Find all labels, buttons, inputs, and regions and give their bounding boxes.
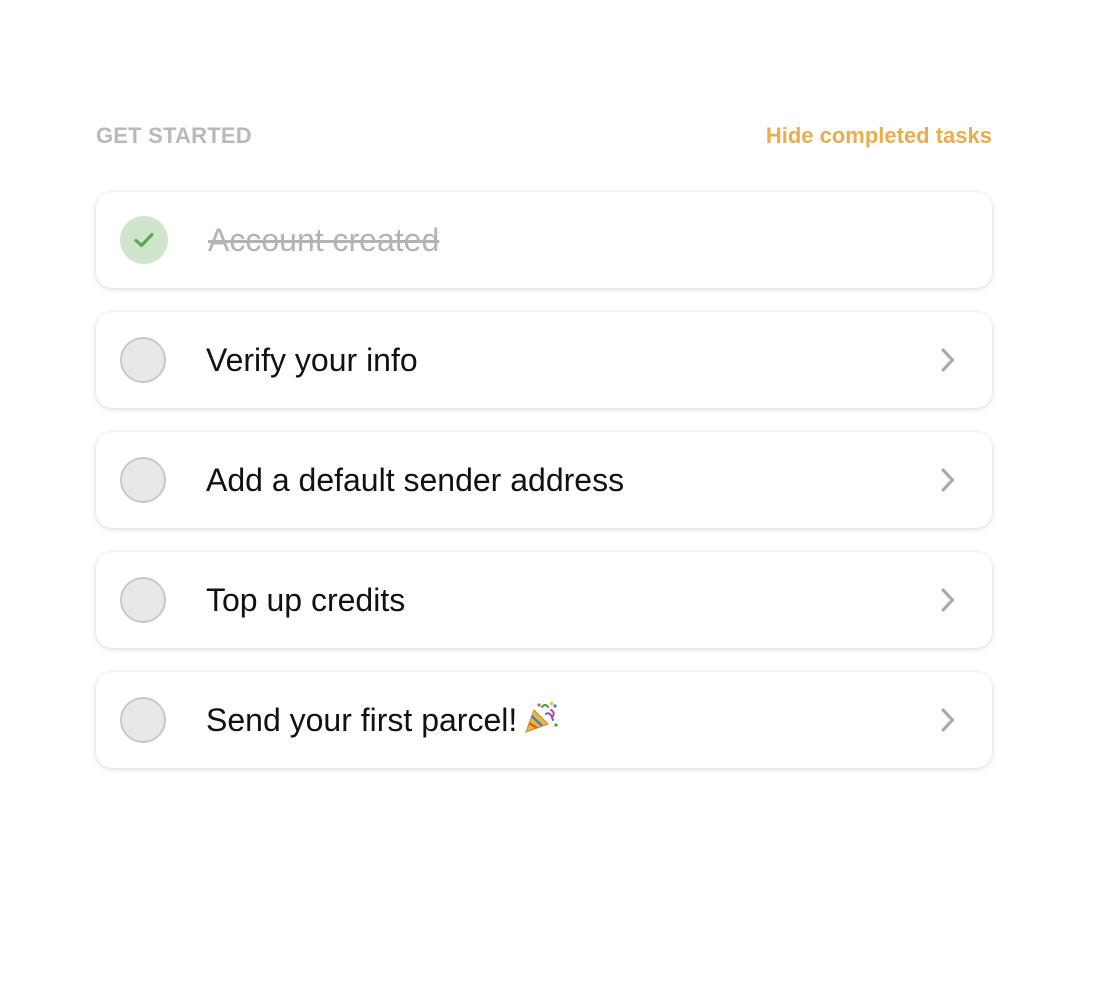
task-item-send-first-parcel[interactable]: Send your first parcel! [96, 672, 992, 768]
check-icon [120, 216, 168, 264]
get-started-panel: GET STARTED Hide completed tasks Account… [96, 120, 992, 768]
hide-completed-tasks-link[interactable]: Hide completed tasks [766, 123, 992, 149]
chevron-right-icon [941, 708, 954, 732]
task-label: Add a default sender address [206, 461, 625, 498]
unchecked-circle-icon [120, 337, 166, 383]
unchecked-circle-icon [120, 697, 166, 743]
chevron-right-icon [941, 588, 954, 612]
task-item-add-sender-address[interactable]: Add a default sender address [96, 432, 992, 528]
task-item-account-created: Account created [96, 192, 992, 288]
chevron-right-icon [941, 468, 954, 492]
task-label-wrapper: Send your first parcel! [206, 701, 559, 739]
panel-header: GET STARTED Hide completed tasks [96, 120, 992, 152]
task-label: Top up credits [206, 581, 406, 618]
unchecked-circle-icon [120, 577, 166, 623]
task-item-top-up-credits[interactable]: Top up credits [96, 552, 992, 648]
task-item-verify-info[interactable]: Verify your info [96, 312, 992, 408]
task-label: Verify your info [206, 341, 418, 378]
chevron-right-icon [941, 348, 954, 372]
task-label: Account created [208, 221, 440, 258]
unchecked-circle-icon [120, 457, 166, 503]
section-title: GET STARTED [96, 123, 252, 148]
task-label: Send your first parcel! [206, 702, 518, 738]
party-popper-icon [525, 701, 558, 733]
task-list: Account created Verify your info Add a d… [96, 192, 992, 768]
